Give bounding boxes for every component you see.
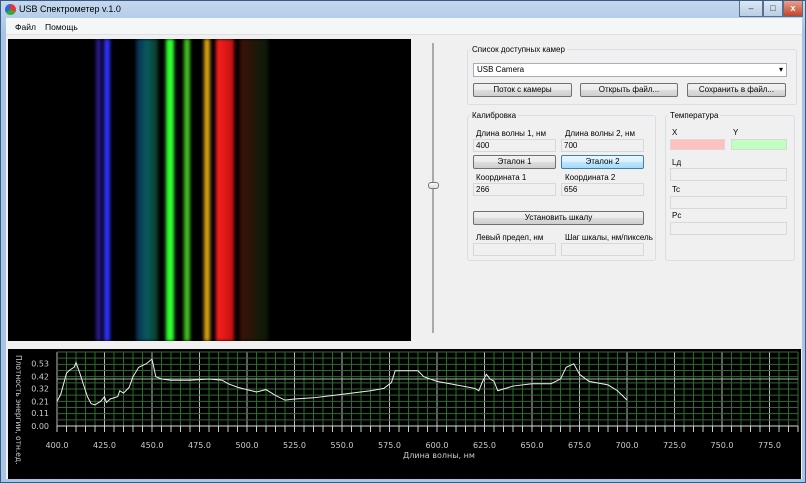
menu-help[interactable]: Помощь: [45, 22, 78, 32]
menu-bar: Файл Помощь: [6, 18, 802, 35]
maximize-button[interactable]: □: [763, 1, 783, 17]
client-area: Файл Помощь Список доступных камер USB C…: [6, 18, 802, 479]
y-tick-label: 0.00: [31, 422, 49, 431]
y-label: Y: [733, 128, 739, 137]
y-tick-label: 0.32: [31, 384, 49, 393]
x-tick-label: 600.0: [426, 441, 449, 450]
reference2-button[interactable]: Эталон 2: [561, 155, 644, 169]
y-tick-label: 0.42: [31, 373, 49, 382]
reference1-button[interactable]: Эталон 1: [473, 155, 556, 169]
coord2-label: Координата 2: [565, 173, 616, 182]
app-window: USB Спектрометер v.1.0 – □ x Файл Помощь…: [0, 0, 806, 483]
x-tick-label: 725.0: [663, 441, 686, 450]
slider-thumb[interactable]: [428, 182, 439, 189]
pc-label: Pc: [672, 211, 682, 220]
ld-label: Lд: [672, 158, 682, 167]
x-tick-label: 650.0: [521, 441, 544, 450]
x-axis-label: Длина волны, нм: [403, 451, 475, 460]
ld-field[interactable]: [670, 168, 787, 181]
wl2-field[interactable]: 700: [561, 139, 644, 152]
calibration-group-label: Калибровка: [470, 111, 519, 120]
x-tick-label: 550.0: [331, 441, 354, 450]
coord2-field[interactable]: 656: [561, 183, 644, 196]
x-tick-label: 750.0: [711, 441, 734, 450]
x-label: X: [672, 128, 678, 137]
coord1-field[interactable]: 266: [473, 183, 556, 196]
close-button[interactable]: x: [783, 1, 803, 17]
wl2-label: Длина волны 2, нм: [565, 129, 635, 138]
x-tick-label: 675.0: [568, 441, 591, 450]
step-field[interactable]: [561, 243, 644, 256]
x-tick-label: 500.0: [236, 441, 259, 450]
coord1-label: Координата 1: [476, 173, 527, 182]
wl1-field[interactable]: 400: [473, 139, 556, 152]
x-tick-label: 525.0: [283, 441, 306, 450]
x-tick-label: 625.0: [473, 441, 496, 450]
spectrum-chart: 400.0 425.0 450.0 475.0 500.0 525.0 550.0 575.0…: [8, 349, 801, 479]
step-label: Шаг шкалы, нм/пиксель: [565, 233, 653, 242]
x-tick-label: 775.0: [758, 441, 781, 450]
left-limit-field[interactable]: [473, 243, 556, 256]
y-color-field: [731, 139, 787, 150]
y-tick-label: 0.53: [31, 360, 49, 369]
y-tick-label: 0.21: [31, 397, 49, 406]
tc-label: Tc: [672, 185, 680, 194]
x-color-field: [670, 139, 725, 150]
x-tick-label: 575.0: [378, 441, 401, 450]
temperature-group: [665, 115, 795, 261]
x-tick-label: 450.0: [141, 441, 164, 450]
camera-image: [8, 39, 411, 341]
camera-select[interactable]: USB Camera ▾: [473, 63, 787, 77]
app-icon: [5, 4, 16, 15]
tc-field[interactable]: [670, 196, 787, 209]
chevron-down-icon: ▾: [778, 65, 783, 74]
y-tick-label: 0.11: [31, 409, 49, 418]
window-title: USB Спектрометер v.1.0: [19, 4, 121, 14]
pc-field[interactable]: [670, 222, 787, 235]
x-tick-label: 475.0: [188, 441, 211, 450]
stream-button[interactable]: Поток с камеры: [473, 83, 572, 97]
minimize-button[interactable]: –: [739, 1, 763, 17]
y-axis-label: Плотность энергии, отн.ед.: [14, 355, 23, 464]
left-limit-label: Левый предел, нм: [476, 233, 544, 242]
wl1-label: Длина волны 1, нм: [476, 129, 546, 138]
save-file-button[interactable]: Сохранить в файл...: [687, 83, 786, 97]
x-tick-label: 400.0: [46, 441, 69, 450]
spectrum-chart-svg: 400.0 425.0 450.0 475.0 500.0 525.0 550.0 575.0…: [14, 351, 799, 464]
temperature-group-label: Температура: [668, 111, 721, 120]
cameras-group-label: Список доступных камер: [470, 45, 567, 54]
camera-select-value: USB Camera: [477, 65, 525, 74]
x-tick-label: 425.0: [93, 441, 116, 450]
menu-file[interactable]: Файл: [15, 22, 36, 32]
open-file-button[interactable]: Открыть файл...: [580, 83, 678, 97]
set-scale-button[interactable]: Установить шкалу: [473, 211, 644, 225]
x-tick-label: 700.0: [616, 441, 639, 450]
